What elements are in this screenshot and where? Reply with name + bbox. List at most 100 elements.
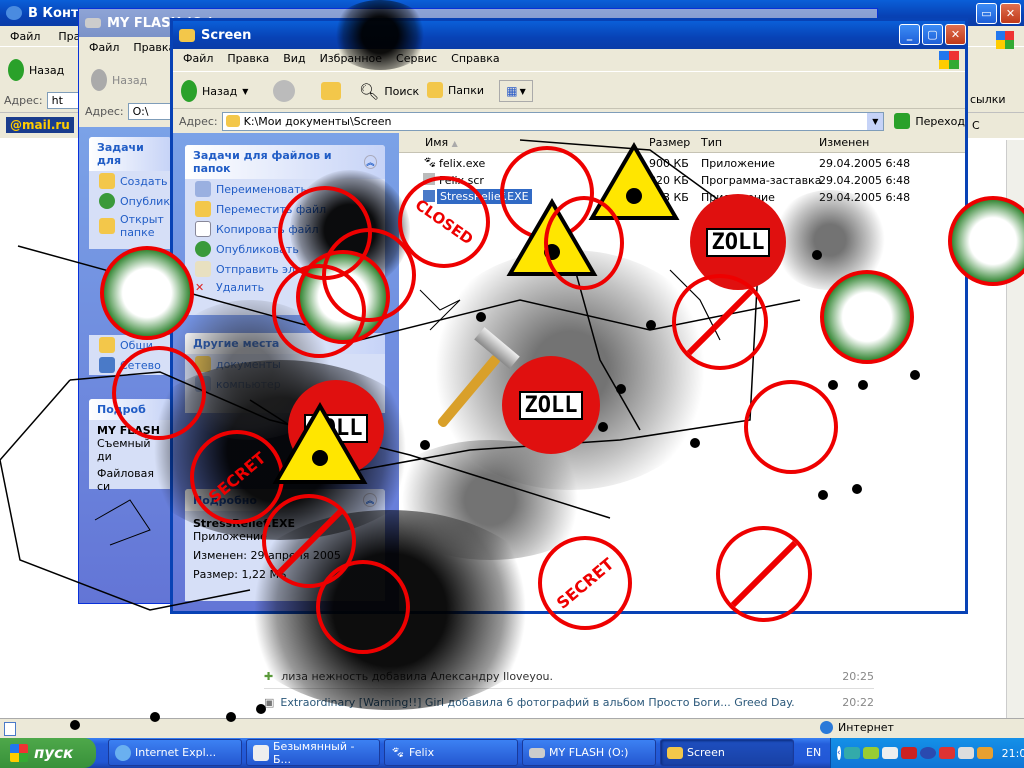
security-tray-icon[interactable] <box>938 747 955 759</box>
delete-icon: ✕ <box>195 281 205 294</box>
shield-tray-icon[interactable] <box>862 747 879 759</box>
sort-up-icon: ▲ <box>451 139 458 148</box>
back-button[interactable]: Назад ▼ <box>181 80 248 102</box>
collapse-icon[interactable]: ︽ <box>363 493 377 507</box>
plus-icon: ✚ <box>264 670 274 683</box>
close-button[interactable]: ✕ <box>1000 3 1021 24</box>
task-move[interactable]: Переместить файл <box>185 199 385 219</box>
taskbar-item-felix[interactable]: 🐾︎ Felix <box>384 739 518 766</box>
menu-edit[interactable]: Правка <box>227 52 269 65</box>
go-button[interactable]: Переход <box>894 113 965 129</box>
taskbar-item-screen[interactable]: Screen <box>660 739 794 766</box>
col-type[interactable]: Тип <box>701 136 722 149</box>
mailru-logo[interactable]: @mail.ru <box>6 117 74 133</box>
place-link[interactable]: Общи <box>89 335 171 355</box>
place-documents[interactable]: документы <box>185 354 385 374</box>
menu-view[interactable]: Вид <box>283 52 305 65</box>
dropdown-arrow-icon[interactable]: ▼ <box>867 112 884 130</box>
col-name[interactable]: Имя ▲ <box>425 136 458 149</box>
file-row-felix-scr[interactable]: Felix.scr 820 КБ Программа-заставка 29.0… <box>399 172 965 189</box>
tasks-panel: Задачи для Создать Опублик Открыт папке <box>89 137 171 249</box>
xp-logo-icon <box>939 51 959 69</box>
place-computer[interactable]: компьютер <box>185 374 385 394</box>
clock[interactable]: 21:02 <box>1002 747 1024 760</box>
col-modified[interactable]: Изменен <box>819 136 869 149</box>
place-link[interactable]: Сетево <box>89 355 171 375</box>
folders-icon <box>427 82 443 98</box>
collapse-icon[interactable]: ︽ <box>363 155 377 169</box>
folder-icon <box>225 115 240 127</box>
file-tasks-header[interactable]: Задачи для файлов и папок ︽ <box>185 145 385 179</box>
menu-file[interactable]: Файл <box>183 52 213 65</box>
task-email[interactable]: Отправить электронной <box>185 259 385 279</box>
globe-icon <box>820 721 833 734</box>
tools-tray-icon[interactable] <box>881 747 898 759</box>
menu-favorites[interactable]: Избранное <box>320 52 382 65</box>
folders-button[interactable]: Папки <box>427 82 484 98</box>
tray-arrow-icon[interactable]: ‹ <box>837 746 841 760</box>
back-button[interactable]: Назад <box>91 69 147 91</box>
app-tray-icon[interactable] <box>976 747 993 759</box>
folder-icon <box>99 173 115 189</box>
tasks-header: Задачи для <box>89 137 171 171</box>
back-button[interactable]: Назад <box>8 59 64 81</box>
start-button[interactable]: пуск <box>0 738 96 768</box>
file-list: Имя ▲ Размер Тип Изменен 🐾︎ felix.exe 90… <box>399 133 965 611</box>
feed-item: ▣ Extraordinary [Warning!!] Girl добавила… <box>264 696 874 709</box>
globe-icon <box>195 241 211 257</box>
right-scrollbar[interactable] <box>1006 140 1024 718</box>
photo-icon: ▣ <box>264 696 275 709</box>
computer-icon <box>195 376 211 392</box>
search-button[interactable]: 🔍︎ Поиск <box>359 82 419 101</box>
up-folder-icon[interactable] <box>321 82 341 100</box>
view-menu-button[interactable]: ▦ ▼ <box>499 80 533 102</box>
task-link[interactable]: Создать <box>89 171 171 191</box>
column-headers: Имя ▲ Размер Тип Изменен <box>399 133 965 153</box>
share-icon <box>99 218 115 234</box>
bluetooth-icon[interactable] <box>919 747 936 759</box>
app-icon <box>423 190 435 202</box>
details-panel: Подробно ︽ StressRelief.EXE Приложение И… <box>185 489 385 601</box>
maximize-button[interactable]: ▢ <box>922 24 943 45</box>
taskbar-item-ie[interactable]: Internet Expl... <box>108 739 242 766</box>
flash-menubar: Файл Правка <box>89 41 175 54</box>
task-link[interactable]: Открыт папке <box>89 211 171 241</box>
task-copy[interactable]: Копировать файл <box>185 219 385 239</box>
minimize-button[interactable]: _ <box>899 24 920 45</box>
folder-icon <box>99 337 115 353</box>
language-indicator[interactable]: EN <box>806 746 821 759</box>
rename-icon <box>195 181 211 197</box>
folder-icon <box>667 746 683 759</box>
task-delete[interactable]: ✕ Удалить <box>185 279 385 296</box>
back-arrow-icon <box>181 80 197 102</box>
task-publish[interactable]: Опубликовать <box>185 239 385 259</box>
menu-file[interactable]: Файл <box>10 30 40 43</box>
menu-help[interactable]: Справка <box>451 52 499 65</box>
forward-arrow-icon[interactable] <box>273 80 295 102</box>
taskbar-item-paint[interactable]: Безымянный - Б... <box>246 739 380 766</box>
close-button[interactable]: ✕ <box>945 24 966 45</box>
file-row-stressrelief[interactable]: StressRelief.EXE 253 КБ Приложение 29.04… <box>399 189 965 206</box>
address-input[interactable]: K:\Мои документы\Screen ▼ <box>221 111 885 131</box>
file-row-felix-exe[interactable]: 🐾︎ felix.exe 900 КБ Приложение 29.04.200… <box>399 155 965 172</box>
links-label[interactable]: сылки <box>970 93 1006 106</box>
details-panel: Подроб MY FLASH Съемный ди Файловая си <box>89 399 171 493</box>
task-link[interactable]: Опублик <box>89 191 171 211</box>
col-size[interactable]: Размер <box>649 136 690 149</box>
volume-icon[interactable] <box>957 747 974 759</box>
folder-icon <box>195 356 211 372</box>
copy-icon <box>195 221 211 237</box>
globe-icon <box>99 193 115 209</box>
menu-tools[interactable]: Сервис <box>396 52 437 65</box>
minimize-button[interactable]: ▭ <box>976 3 997 24</box>
menu-file[interactable]: Файл <box>89 41 119 54</box>
taskbar-item-flash[interactable]: MY FLASH (O:) <box>522 739 656 766</box>
other-places: Общи Сетево <box>89 335 171 375</box>
screen-titlebar[interactable]: Screen <box>173 21 965 49</box>
menu-edit[interactable]: Правка <box>133 41 175 54</box>
kaspersky-icon[interactable] <box>900 747 917 759</box>
paint-icon <box>253 744 269 761</box>
network-tray-icon[interactable] <box>843 747 860 759</box>
details-header[interactable]: Подробно ︽ <box>185 489 385 511</box>
task-rename[interactable]: Переименовать <box>185 179 385 199</box>
